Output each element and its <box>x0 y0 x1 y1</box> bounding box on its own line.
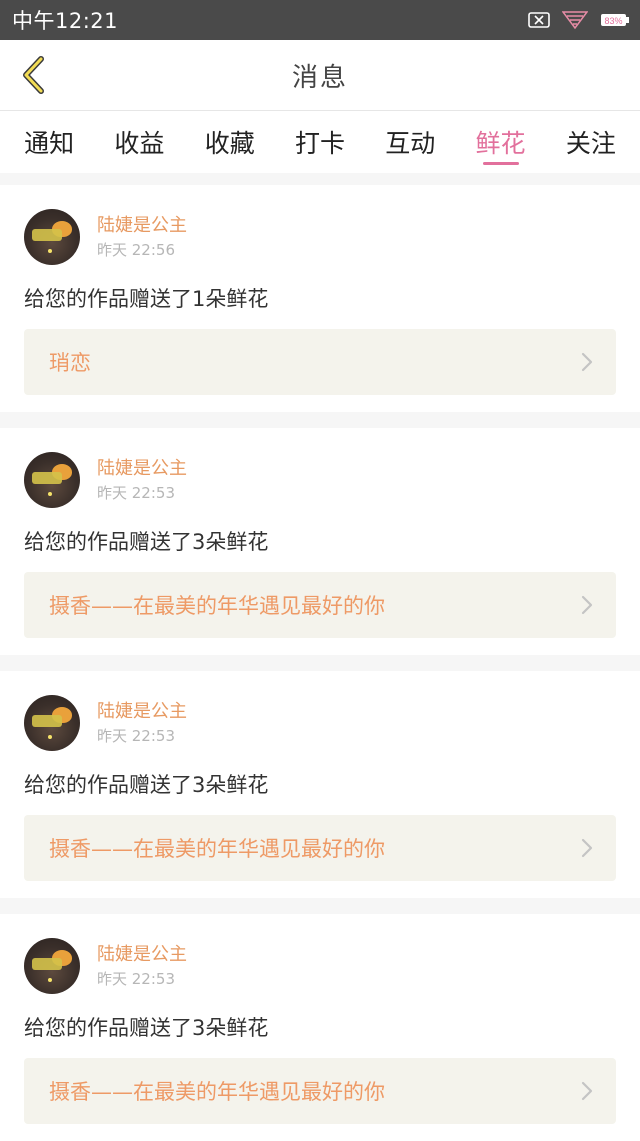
tab-favorites[interactable]: 收藏 <box>201 111 259 173</box>
tab-bar: 通知 收益 收藏 打卡 互动 鲜花 关注 <box>0 111 640 173</box>
message-meta: 陆婕是公主 昨天 22:53 <box>97 944 187 988</box>
user-name[interactable]: 陆婕是公主 <box>97 944 187 966</box>
timestamp: 昨天 22:53 <box>97 727 175 745</box>
timestamp: 昨天 22:53 <box>97 970 175 988</box>
work-link[interactable]: 摄香——在最美的年华遇见最好的你 <box>24 1058 616 1124</box>
avatar[interactable] <box>24 452 80 508</box>
battery-icon: 83% <box>600 12 630 28</box>
chevron-left-icon <box>23 56 44 94</box>
avatar-spark <box>48 249 52 253</box>
message-header: 陆婕是公主 昨天 22:53 <box>24 938 616 994</box>
user-name[interactable]: 陆婕是公主 <box>97 458 187 480</box>
page-title: 消息 <box>291 62 348 93</box>
user-name[interactable]: 陆婕是公主 <box>97 215 187 237</box>
work-title: 摄香——在最美的年华遇见最好的你 <box>49 594 385 618</box>
close-box-icon <box>528 12 550 28</box>
message-text: 给您的作品赠送了3朵鲜花 <box>24 530 269 554</box>
avatar-badge <box>32 715 62 727</box>
avatar-badge <box>32 472 62 484</box>
message-header: 陆婕是公主 昨天 22:53 <box>24 695 616 751</box>
timestamp: 昨天 22:53 <box>97 484 175 502</box>
message-card: 陆婕是公主 昨天 22:53 给您的作品赠送了3朵鲜花 摄香——在最美的年华遇见… <box>0 671 640 898</box>
message-list: 陆婕是公主 昨天 22:56 给您的作品赠送了1朵鲜花 琑恋 陆婕是公主 昨天 … <box>0 173 640 1141</box>
back-button[interactable] <box>14 55 54 95</box>
tab-flowers[interactable]: 鲜花 <box>472 111 530 173</box>
avatar[interactable] <box>24 209 80 265</box>
message-card: 陆婕是公主 昨天 22:53 给您的作品赠送了3朵鲜花 摄香——在最美的年华遇见… <box>0 428 640 655</box>
avatar-badge <box>32 958 62 970</box>
message-meta: 陆婕是公主 昨天 22:56 <box>97 215 187 259</box>
work-link[interactable]: 琑恋 <box>24 329 616 395</box>
message-meta: 陆婕是公主 昨天 22:53 <box>97 701 187 745</box>
message-header: 陆婕是公主 昨天 22:53 <box>24 452 616 508</box>
work-title: 琑恋 <box>49 351 91 375</box>
avatar-spark <box>48 492 52 496</box>
work-link[interactable]: 摄香——在最美的年华遇见最好的你 <box>24 815 616 881</box>
avatar-spark <box>48 978 52 982</box>
status-bar: 中午12:21 83% <box>0 0 640 40</box>
message-text: 给您的作品赠送了1朵鲜花 <box>24 287 269 311</box>
work-link[interactable]: 摄香——在最美的年华遇见最好的你 <box>24 572 616 638</box>
message-text: 给您的作品赠送了3朵鲜花 <box>24 1016 269 1040</box>
tab-checkin[interactable]: 打卡 <box>291 111 349 173</box>
chevron-right-icon <box>580 351 594 373</box>
work-title: 摄香——在最美的年华遇见最好的你 <box>49 837 385 861</box>
message-text: 给您的作品赠送了3朵鲜花 <box>24 773 269 797</box>
avatar-spark <box>48 735 52 739</box>
message-meta: 陆婕是公主 昨天 22:53 <box>97 458 187 502</box>
chevron-right-icon <box>580 837 594 859</box>
work-title: 摄香——在最美的年华遇见最好的你 <box>49 1080 385 1104</box>
avatar[interactable] <box>24 695 80 751</box>
avatar[interactable] <box>24 938 80 994</box>
chevron-right-icon <box>580 594 594 616</box>
header: 消息 <box>0 40 640 111</box>
tab-notifications[interactable]: 通知 <box>20 111 78 173</box>
tab-follow[interactable]: 关注 <box>562 111 620 173</box>
message-card: 陆婕是公主 昨天 22:56 给您的作品赠送了1朵鲜花 琑恋 <box>0 185 640 412</box>
timestamp: 昨天 22:56 <box>97 241 175 259</box>
chevron-right-icon <box>580 1080 594 1102</box>
user-name[interactable]: 陆婕是公主 <box>97 701 187 723</box>
avatar-badge <box>32 229 62 241</box>
battery-level: 83% <box>604 16 622 26</box>
tab-earnings[interactable]: 收益 <box>110 111 168 173</box>
message-card: 陆婕是公主 昨天 22:53 给您的作品赠送了3朵鲜花 摄香——在最美的年华遇见… <box>0 914 640 1141</box>
status-icons: 83% <box>528 10 630 30</box>
signal-heart-icon <box>562 10 588 30</box>
message-header: 陆婕是公主 昨天 22:56 <box>24 209 616 265</box>
status-time: 中午12:21 <box>12 9 119 33</box>
tab-interactions[interactable]: 互动 <box>381 111 439 173</box>
